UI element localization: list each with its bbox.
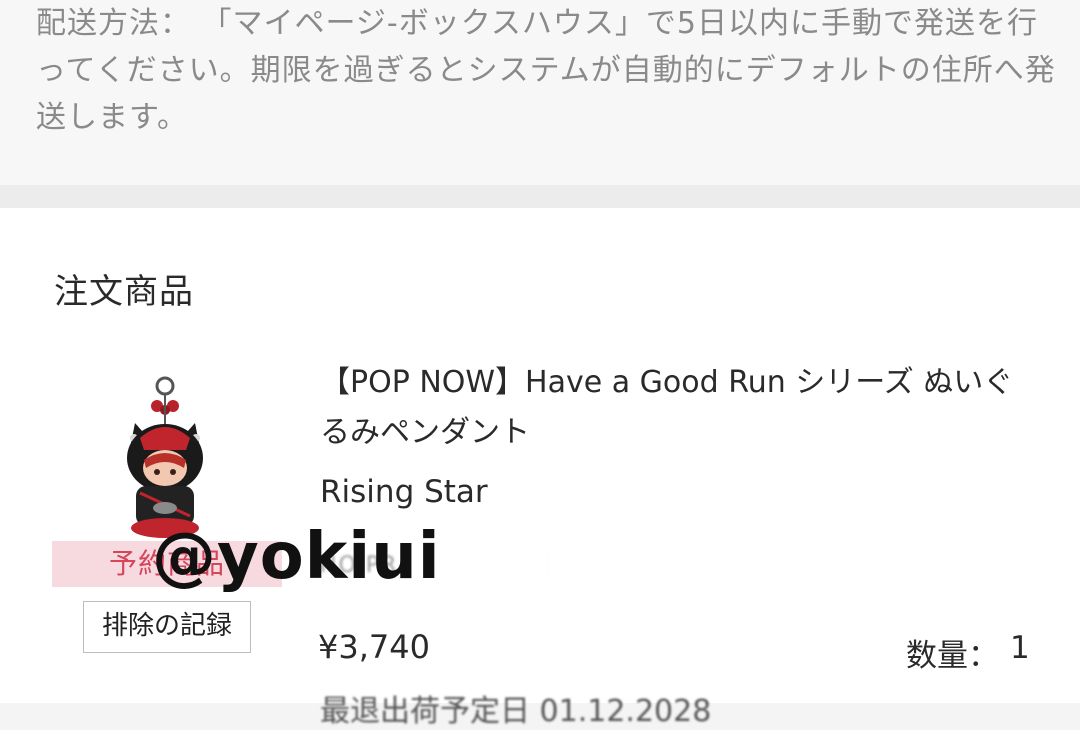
product-variant: Rising Star [320,474,488,510]
product-title[interactable]: 【POP NOW】Have a Good Run シリーズ ぬいぐるみペンダント [320,358,1020,458]
username-watermark: @yokiui [152,520,441,594]
estimated-ship-date: 最退出荷予定日 01.12.2028 [320,694,712,729]
section-divider [0,185,1080,208]
order-items-card: 注文商品 予約商品 排除の記録 【POP NOW】Have a Good Run… [0,208,1080,729]
shipping-notice-section: 配送方法： 「マイページ-ボックスハウス」で5日以内に手動で発送を行ってください… [0,0,1080,185]
product-price: ¥3,740 [318,628,430,666]
redaction-mask [418,545,598,581]
quantity-value: 1 [1010,630,1030,666]
shipping-method-note: 配送方法： 「マイページ-ボックスハウス」で5日以内に手動で発送を行ってください… [36,6,1056,135]
quantity-label: 数量： [906,638,999,674]
product-image[interactable] [110,368,220,543]
section-title: 注文商品 [54,272,194,312]
plush-pendant-figure-icon [127,376,203,538]
exclusion-record-button[interactable]: 排除の記録 [83,601,251,653]
